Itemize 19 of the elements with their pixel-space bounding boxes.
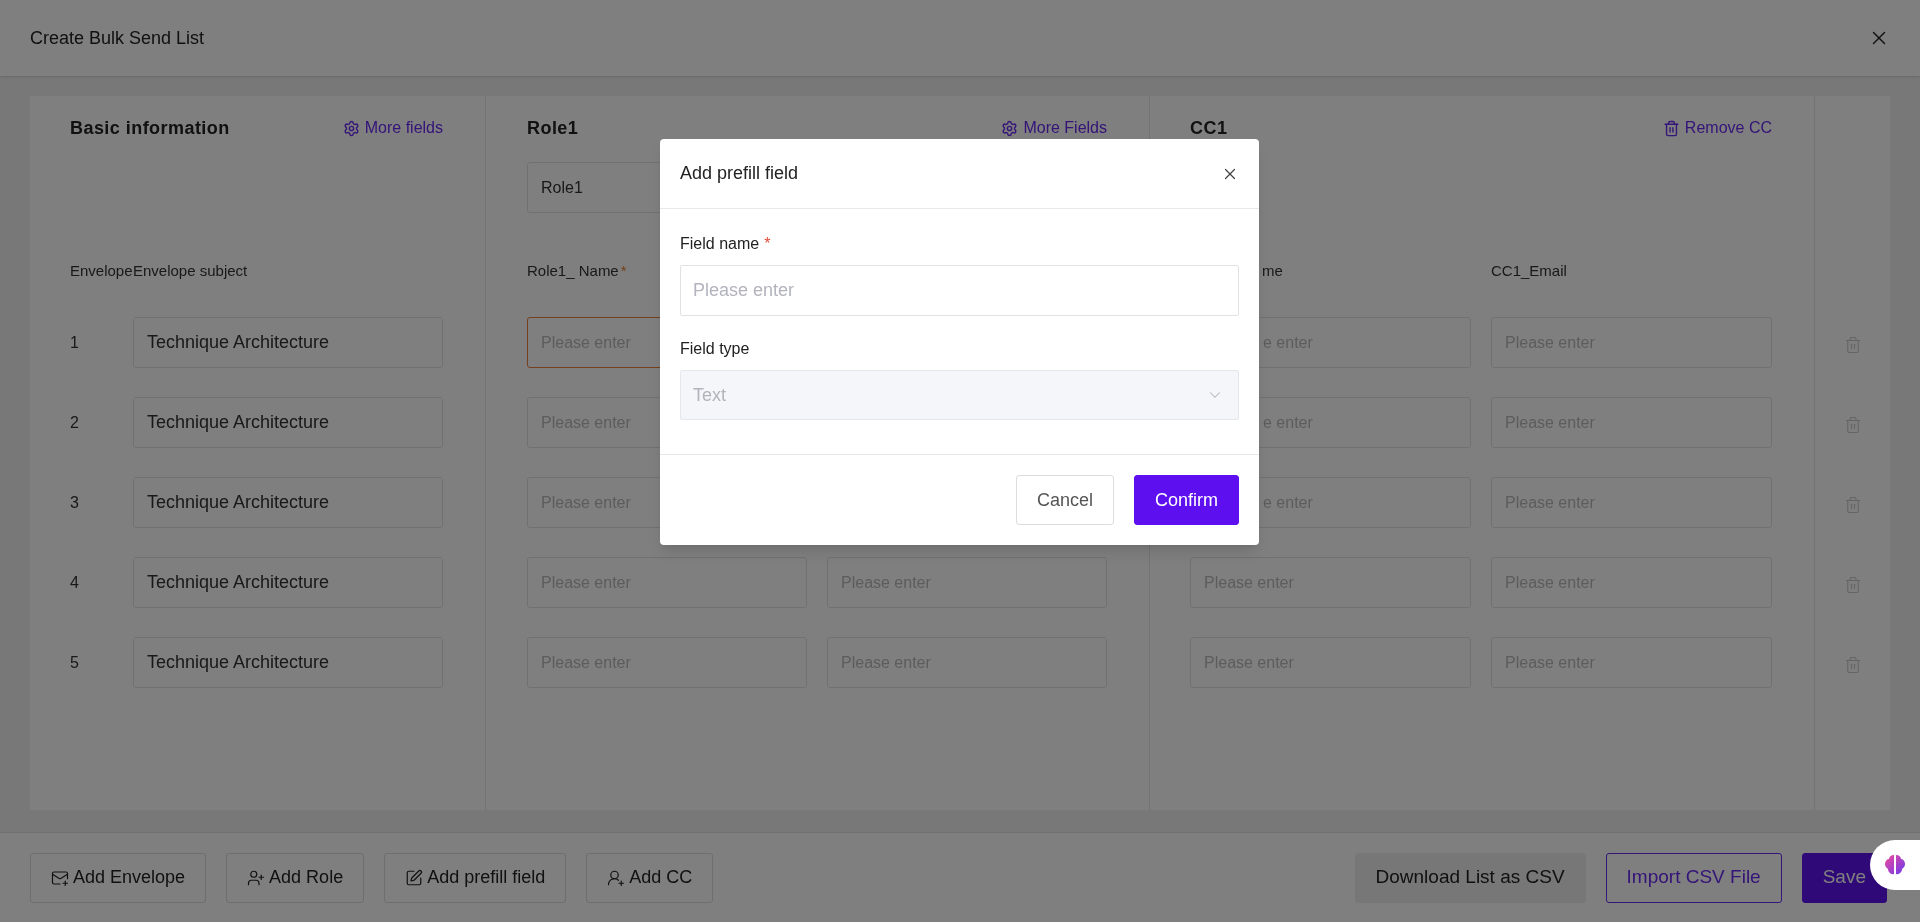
row-number: 1 xyxy=(70,332,80,353)
window-title: Create Bulk Send List xyxy=(30,26,205,50)
section-title: CC1 xyxy=(1190,116,1228,140)
field-label: Field name xyxy=(680,234,760,254)
row-number: 2 xyxy=(70,412,80,433)
required-mark: * xyxy=(764,234,771,254)
row-number: 5 xyxy=(70,652,80,673)
column-header: Role1_ Name xyxy=(527,260,619,281)
section-title: Basic information xyxy=(70,116,230,140)
required-mark: * xyxy=(620,260,627,281)
section-title: Role1 xyxy=(527,116,579,140)
column-header: me xyxy=(1261,260,1284,281)
column-header: CC1_Email xyxy=(1491,260,1567,281)
row-number: 4 xyxy=(70,572,80,593)
row-number: 3 xyxy=(70,492,80,513)
field-label: Field type xyxy=(680,339,750,359)
dialog-title: Add prefill field xyxy=(680,162,799,185)
column-header: Envelope xyxy=(70,260,133,281)
column-header: Envelope subject xyxy=(133,260,248,281)
